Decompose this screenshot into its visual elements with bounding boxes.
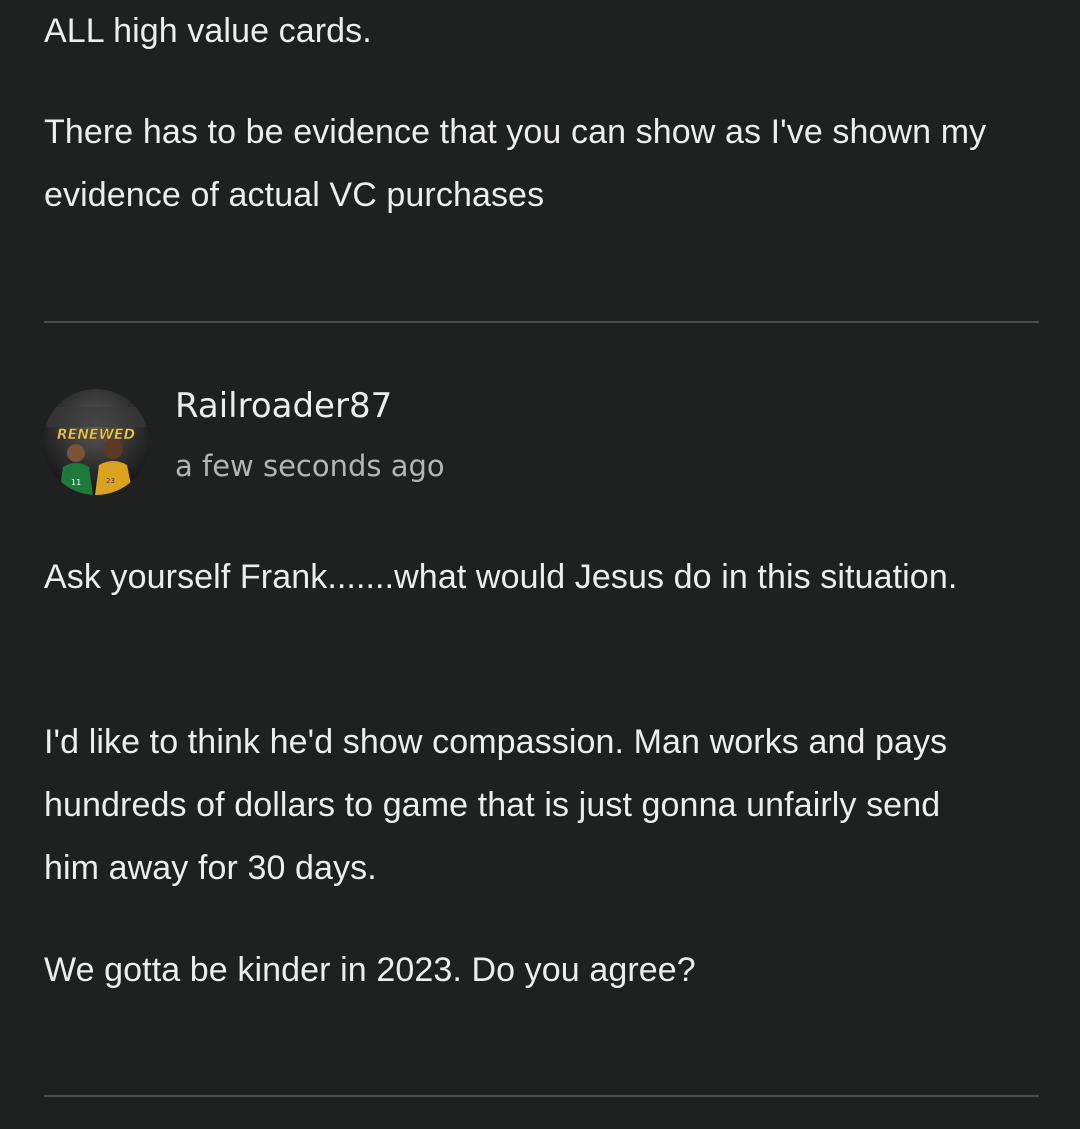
comment-timestamp[interactable]: a few seconds ago (175, 442, 445, 490)
comment-paragraph: I'd like to think he'd show compassion. … (44, 723, 948, 887)
comment-paragraph: We gotta be kinder in 2023. Do you agree… (44, 951, 696, 989)
comment-paragraph: ALL high value cards. (44, 12, 372, 50)
comment-paragraph: There has to be evidence that you can sh… (44, 113, 987, 214)
comment-divider (44, 1095, 1039, 1097)
comment-paragraph: Ask yourself Frank.......what would Jesu… (44, 558, 958, 596)
svg-text:11: 11 (71, 478, 81, 487)
avatar-text: RENEWED (57, 427, 135, 443)
user-avatar-icon[interactable]: 11 23 RENEWED (43, 389, 149, 495)
svg-text:23: 23 (106, 477, 115, 485)
comment-author[interactable]: Railroader87 (175, 380, 392, 432)
comment-divider (44, 321, 1039, 323)
